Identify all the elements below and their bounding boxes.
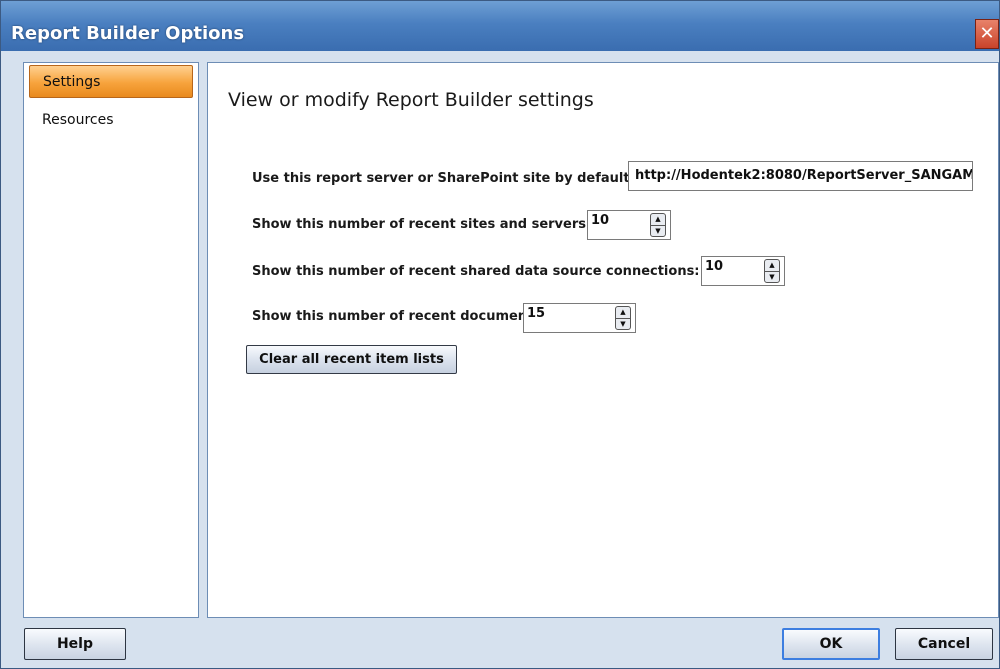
recent-sites-spinner[interactable]: 10 ▲ ▼ [587,210,671,240]
recent-documents-value[interactable]: 15 [527,306,545,321]
nav-item-resources[interactable]: Resources [29,105,193,137]
spin-down-icon[interactable]: ▼ [651,226,665,236]
title-bar: Report Builder Options ✕ [1,1,999,51]
page-title: View or modify Report Builder settings [228,89,594,111]
recent-connections-value[interactable]: 10 [705,259,723,274]
spin-up-icon[interactable]: ▲ [616,307,630,319]
nav-item-label: Resources [42,112,114,128]
recent-connections-label: Show this number of recent shared data s… [252,264,700,279]
spin-down-icon[interactable]: ▼ [616,319,630,329]
close-icon: ✕ [979,23,995,44]
clear-recent-lists-button[interactable]: Clear all recent item lists [246,345,457,374]
cancel-button[interactable]: Cancel [895,628,993,660]
spin-down-icon[interactable]: ▼ [765,272,779,282]
nav-item-label: Settings [43,74,101,90]
window-title: Report Builder Options [11,23,245,44]
settings-panel: View or modify Report Builder settings U… [207,62,999,618]
default-server-input[interactable]: http://Hodentek2:8080/ReportServer_SANGA… [628,161,973,191]
report-builder-options-dialog: Report Builder Options ✕ Settings Resour… [0,0,1000,669]
spin-up-icon[interactable]: ▲ [765,260,779,272]
recent-connections-spinner[interactable]: 10 ▲ ▼ [701,256,785,286]
ok-button[interactable]: OK [782,628,880,660]
close-button[interactable]: ✕ [975,19,999,49]
options-category-list: Settings Resources [23,62,199,618]
recent-sites-value[interactable]: 10 [591,213,609,228]
help-button[interactable]: Help [24,628,126,660]
recent-documents-label: Show this number of recent documents: [252,309,547,324]
spin-buttons: ▲ ▼ [764,259,780,283]
spin-buttons: ▲ ▼ [650,213,666,237]
nav-item-settings[interactable]: Settings [29,65,193,98]
spin-up-icon[interactable]: ▲ [651,214,665,226]
recent-sites-label: Show this number of recent sites and ser… [252,217,592,232]
spin-buttons: ▲ ▼ [615,306,631,330]
recent-documents-spinner[interactable]: 15 ▲ ▼ [523,303,636,333]
default-server-label: Use this report server or SharePoint sit… [252,171,635,186]
